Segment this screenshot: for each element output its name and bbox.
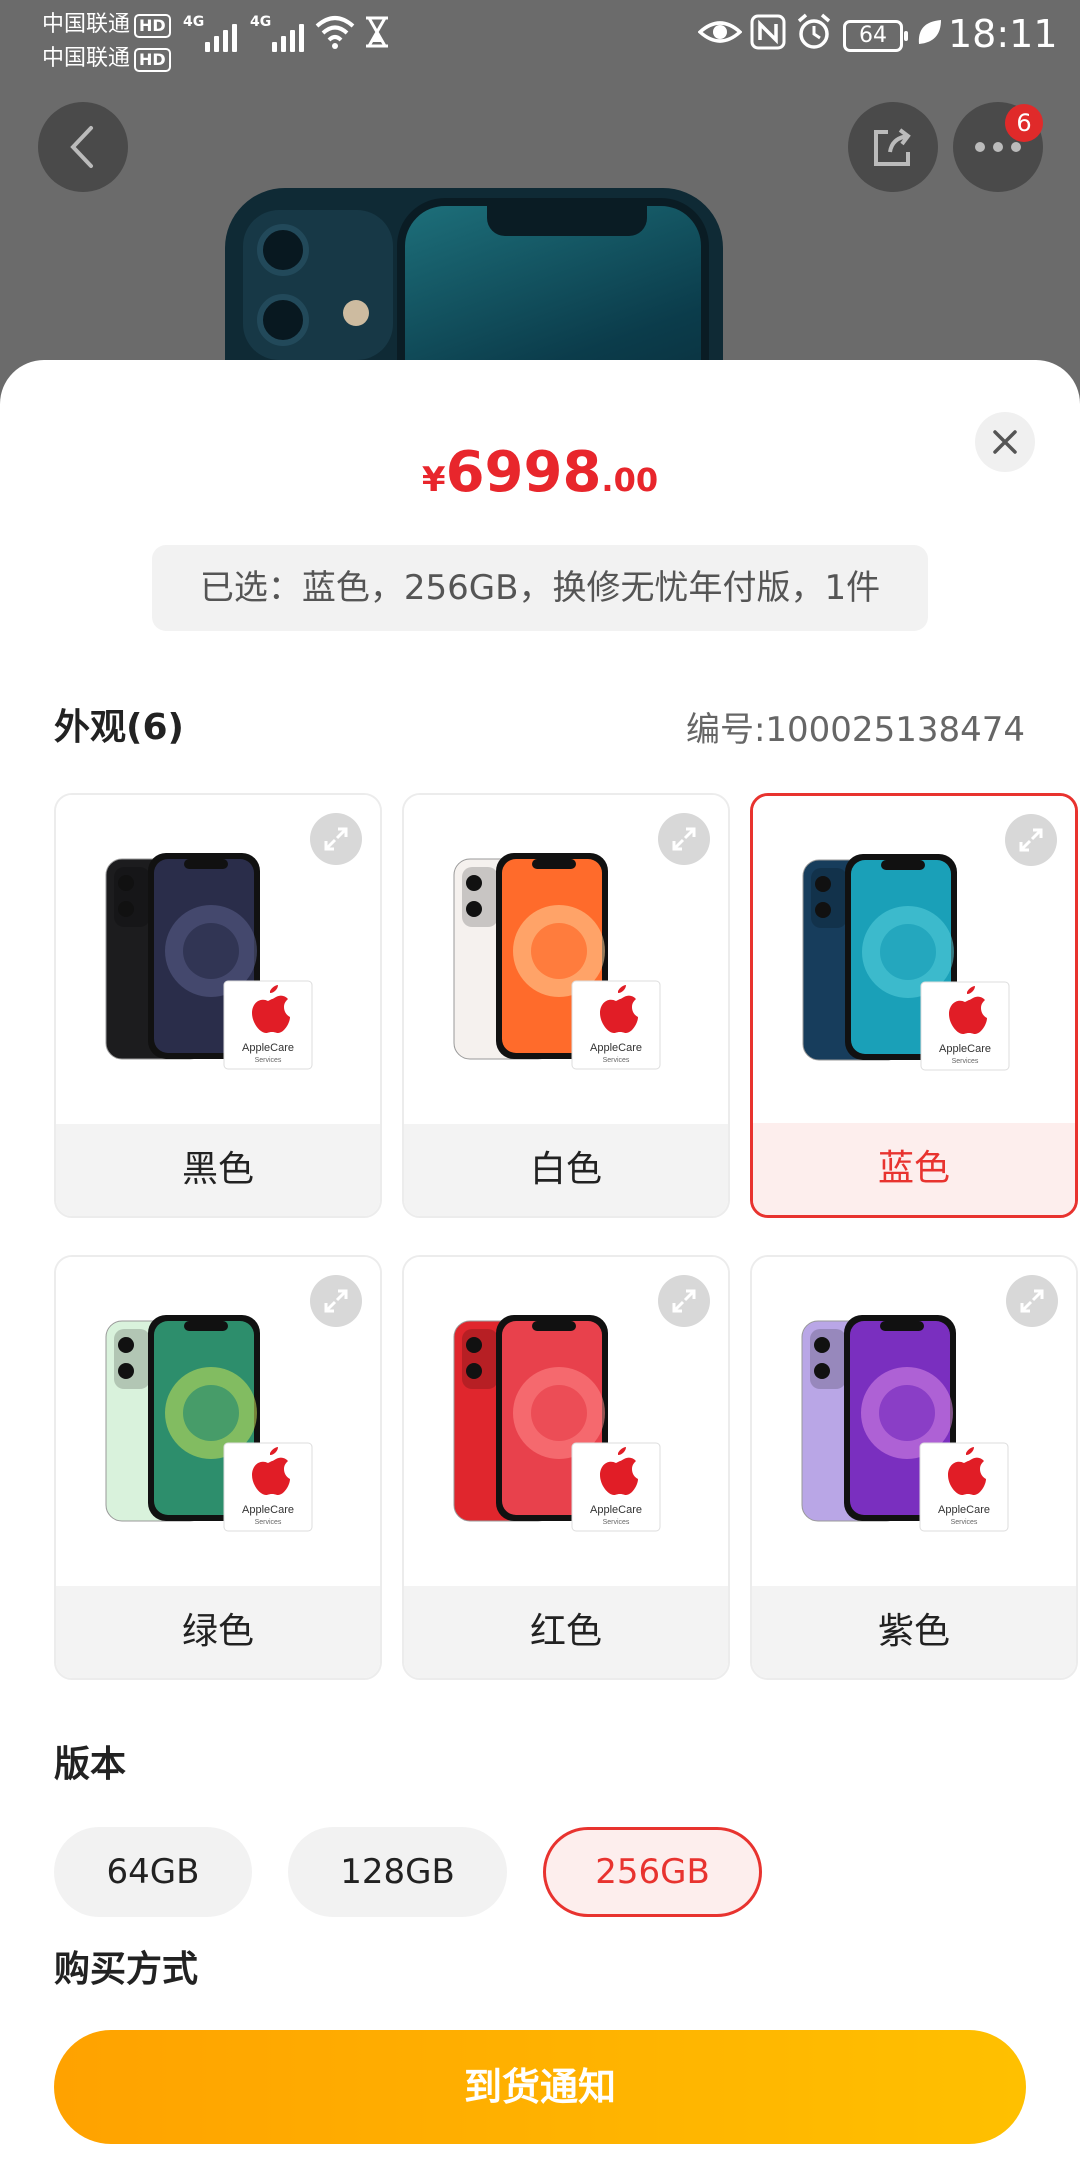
selected-summary: 已选：蓝色，256GB，换修无忧年付版，1件 — [152, 545, 928, 631]
sku-number: 编号:100025138474 — [685, 710, 1025, 750]
applecare-badge: AppleCare Services — [223, 1442, 313, 1532]
expand-icon[interactable] — [658, 1275, 710, 1327]
eye-icon — [697, 12, 743, 63]
svg-text:Services: Services — [255, 1057, 282, 1064]
signal-icon-1: 4G — [183, 14, 237, 52]
app-root: 中国联通 HD 中国联通 HD 4G 4G 64 18:11 6 ¥6998.0… — [0, 0, 1080, 2160]
battery-indicator: 64 — [843, 20, 908, 52]
color-label: 绿色 — [56, 1586, 380, 1678]
nfc-icon — [750, 12, 786, 63]
chevron-left-icon — [70, 126, 93, 168]
clock: 18:11 — [948, 12, 1058, 56]
share-button[interactable] — [848, 102, 938, 192]
sku-selection-sheet: ¥6998.00 已选：蓝色，256GB，换修无忧年付版，1件 外观(6) 编号… — [0, 360, 1080, 2160]
color-option-4[interactable]: AppleCare Services 绿色 — [54, 1255, 382, 1680]
wifi-icon — [313, 12, 357, 63]
applecare-badge: AppleCare Services — [919, 1442, 1009, 1532]
phone-illustration: AppleCare Services — [801, 1315, 1009, 1532]
svg-text:AppleCare: AppleCare — [590, 1042, 642, 1054]
back-button[interactable] — [38, 102, 128, 192]
expand-icon[interactable] — [658, 813, 710, 865]
color-label: 紫色 — [752, 1586, 1076, 1678]
svg-text:AppleCare: AppleCare — [590, 1504, 642, 1516]
version-option-256gb[interactable]: 256GB — [543, 1827, 762, 1917]
color-label: 白色 — [404, 1124, 728, 1216]
svg-text:Services: Services — [255, 1519, 282, 1526]
phone-illustration: AppleCare Services — [453, 1315, 661, 1532]
appearance-title: 外观(6) — [54, 707, 184, 748]
notification-badge: 6 — [1005, 104, 1043, 142]
color-option-5[interactable]: AppleCare Services 红色 — [402, 1255, 730, 1680]
purchase-method-title: 购买方式 — [54, 1949, 199, 1990]
version-title: 版本 — [54, 1744, 127, 1785]
hourglass-icon — [362, 12, 392, 63]
expand-icon[interactable] — [1005, 814, 1057, 866]
status-bar: 中国联通 HD 中国联通 HD 4G 4G 64 18:11 — [0, 0, 1080, 72]
color-option-2[interactable]: AppleCare Services 白色 — [402, 793, 730, 1218]
expand-icon[interactable] — [1006, 1275, 1058, 1327]
color-option-6[interactable]: AppleCare Services 紫色 — [750, 1255, 1078, 1680]
svg-text:Services: Services — [951, 1519, 978, 1526]
version-option-128gb[interactable]: 128GB — [288, 1827, 507, 1917]
carrier-label-1: 中国联通 HD — [42, 6, 171, 38]
price: ¥6998.00 — [421, 440, 659, 505]
svg-text:Services: Services — [952, 1058, 979, 1065]
leaf-icon — [915, 12, 943, 63]
color-label: 蓝色 — [753, 1123, 1075, 1215]
phone-illustration: AppleCare Services — [453, 853, 661, 1070]
svg-text:AppleCare: AppleCare — [242, 1504, 294, 1516]
phone-illustration: AppleCare Services — [105, 1315, 313, 1532]
svg-text:AppleCare: AppleCare — [938, 1504, 990, 1516]
applecare-badge: AppleCare Services — [571, 980, 661, 1070]
phone-illustration: AppleCare Services — [802, 854, 1010, 1071]
color-label: 黑色 — [56, 1124, 380, 1216]
svg-text:Services: Services — [603, 1057, 630, 1064]
color-label: 红色 — [404, 1586, 728, 1678]
color-option-1[interactable]: AppleCare Services 黑色 — [54, 793, 382, 1218]
svg-text:Services: Services — [603, 1519, 630, 1526]
applecare-badge: AppleCare Services — [920, 981, 1010, 1071]
share-icon — [874, 128, 911, 166]
more-dots-icon — [975, 142, 1021, 152]
svg-text:AppleCare: AppleCare — [939, 1043, 991, 1055]
carrier-label-2: 中国联通 HD — [42, 40, 171, 72]
svg-text:AppleCare: AppleCare — [242, 1042, 294, 1054]
alarm-icon — [794, 12, 834, 63]
signal-icon-2: 4G — [250, 14, 304, 52]
color-option-3[interactable]: AppleCare Services 蓝色 — [750, 793, 1078, 1218]
applecare-badge: AppleCare Services — [223, 980, 313, 1070]
arrival-notification-button[interactable]: 到货通知 — [54, 2030, 1026, 2144]
applecare-badge: AppleCare Services — [571, 1442, 661, 1532]
expand-icon[interactable] — [310, 1275, 362, 1327]
version-option-64gb[interactable]: 64GB — [54, 1827, 252, 1917]
expand-icon[interactable] — [310, 813, 362, 865]
phone-illustration: AppleCare Services — [105, 853, 313, 1070]
